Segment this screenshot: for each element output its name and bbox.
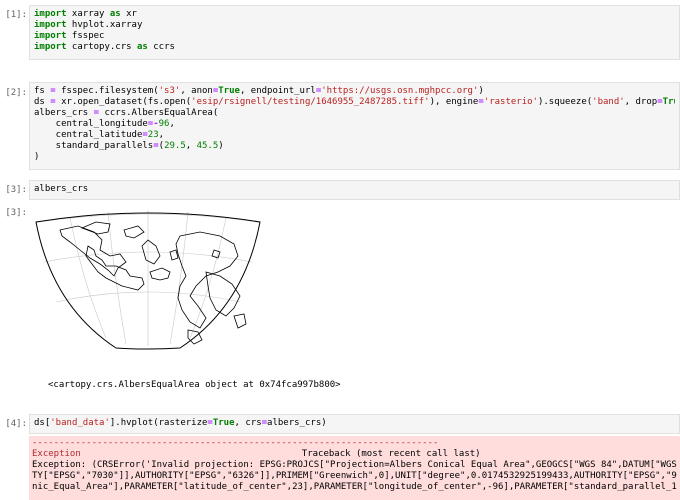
code-line: import fsspec <box>34 31 675 42</box>
code-line: albers_crs = ccrs.AlbersEqualArea( <box>34 108 675 119</box>
code-token: fsspec <box>66 31 105 41</box>
code-token-str: 's3' <box>158 86 181 96</box>
code-line: ds = xr.open_dataset(fs.open('esip/rsign… <box>34 97 675 108</box>
cell-3-input[interactable]: albers_crs <box>29 180 680 200</box>
code-token-str: 'band' <box>592 97 625 107</box>
code-token-str: 'rasterio' <box>483 97 538 107</box>
code-token: , anon <box>180 86 213 96</box>
cell-3-prompt: [3]: <box>5 185 27 195</box>
code-token: ccrs <box>147 42 175 52</box>
cell-4-input[interactable]: ds['band_data'].hvplot(rasterize=True, c… <box>29 414 680 434</box>
code-token: fs <box>34 86 51 96</box>
code-line: import xarray as xr <box>34 9 675 20</box>
albers-map-output <box>30 206 266 350</box>
code-token: central_longitude <box>34 119 148 129</box>
code-token: fsspec.filesystem( <box>55 86 159 96</box>
code-token: hvplot.xarray <box>66 20 143 30</box>
code-token: ds[ <box>34 418 51 428</box>
code-token-kw: import <box>34 20 67 30</box>
code-token-num: 96 <box>158 119 170 129</box>
code-token: ) <box>478 86 484 96</box>
code-token-str: 'https://usgs.osn.mghpcc.org' <box>321 86 479 96</box>
code-line: ) <box>34 152 675 163</box>
cell-1-input[interactable]: import xarray as xr import hvplot.xarray i… <box>29 5 680 60</box>
error-traceback-label: Traceback (most recent call last) <box>301 449 481 459</box>
code-token: xr.open_dataset(fs.open( <box>55 97 192 107</box>
code-token: central_latitude <box>34 130 143 140</box>
code-token-kw: as <box>109 9 121 19</box>
code-token: ) <box>218 141 224 151</box>
code-token-kw: True <box>212 418 235 428</box>
code-token: ds <box>34 97 51 107</box>
cell-2-input[interactable]: fs = fsspec.filesystem('s3', anon=True, … <box>29 82 680 170</box>
code-token-kw: import <box>34 9 67 19</box>
error-message-line-2: TY["EPSG","7030"]],AUTHORITY["EPSG","632… <box>32 471 677 481</box>
code-token-num: 45.5 <box>196 141 219 151</box>
code-token: ).squeeze( <box>537 97 593 107</box>
code-token-str: 'esip/rsignell/testing/1646955_2487285.t… <box>191 97 430 107</box>
code-token: albers_crs) <box>267 418 327 428</box>
code-token-num: 23 <box>147 130 159 140</box>
code-line: import cartopy.crs as ccrs <box>34 42 675 53</box>
code-token: ) <box>34 152 40 162</box>
code-token: xarray <box>66 9 110 19</box>
code-token: ccrs.AlbersEqualArea( <box>99 108 219 118</box>
code-token-kw: import <box>34 31 67 41</box>
code-token-op: =- <box>147 119 159 129</box>
code-token: cartopy.crs <box>66 42 137 52</box>
code-token: , endpoint_url <box>239 86 316 96</box>
code-token-kw: True <box>662 97 675 107</box>
code-token: , <box>185 141 197 151</box>
error-message-line-1: Exception: (CRSError('Invalid projection… <box>32 460 677 470</box>
code-token: ].hvplot(rasterize <box>109 418 208 428</box>
code-token-kw: as <box>136 42 148 52</box>
code-token: , <box>169 119 175 129</box>
code-token: xr <box>120 9 137 19</box>
code-token: , <box>158 130 165 140</box>
code-line: import hvplot.xarray <box>34 20 675 31</box>
code-line: central_longitude=-96, <box>34 119 675 130</box>
albers-repr-output: <cartopy.crs.AlbersEqualArea object at 0… <box>48 380 341 390</box>
error-header: Exception Traceback (most recent call las… <box>32 449 677 460</box>
error-traceback-output: ----------------------------------------… <box>29 436 680 500</box>
code-token-kw: True <box>218 86 240 96</box>
code-line: fs = fsspec.filesystem('s3', anon=True, … <box>34 86 675 97</box>
code-line: ds['band_data'].hvplot(rasterize=True, c… <box>34 418 675 429</box>
cell-4-prompt: [4]: <box>5 419 27 429</box>
albers-projection-map <box>35 210 261 350</box>
code-token: albers_crs <box>34 108 94 118</box>
code-line: albers_crs <box>34 184 675 195</box>
error-dashes: ----------------------------------------… <box>32 438 439 448</box>
code-token: standard_parallels <box>34 141 154 151</box>
code-token-str: 'band_data' <box>50 418 110 428</box>
code-token: , crs <box>234 418 262 428</box>
code-token: , drop <box>624 97 658 107</box>
cell-1-prompt: [1]: <box>5 10 27 20</box>
code-line: central_latitude=23, <box>34 130 675 141</box>
code-line: standard_parallels=(29.5, 45.5) <box>34 141 675 152</box>
cell-2-prompt: [2]: <box>5 88 27 98</box>
error-exception-label: Exception <box>32 449 81 459</box>
code-token-num: 29.5 <box>164 141 186 151</box>
error-message-line-3: nic_Equal_Area"],PARAMETER["latitude_of_… <box>32 482 677 492</box>
cell-3-output-prompt: [3]: <box>5 208 27 218</box>
code-token-kw: import <box>34 42 67 52</box>
code-token: albers_crs <box>34 184 89 194</box>
code-token: ), engine <box>429 97 479 107</box>
